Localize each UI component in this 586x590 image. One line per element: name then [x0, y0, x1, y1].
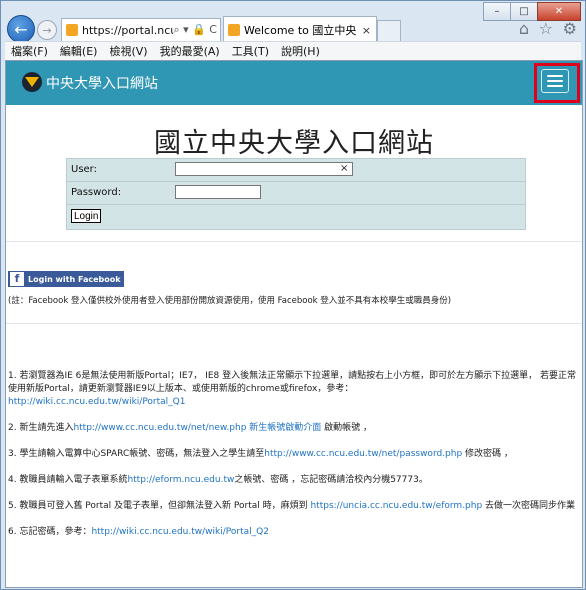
- user-label: User:: [71, 164, 97, 175]
- menu-help[interactable]: 說明(H): [275, 43, 326, 59]
- site-navbar: 中央大學入口網站: [6, 61, 582, 105]
- tab-welcome[interactable]: Welcome to 國立中央大學... ×: [223, 16, 377, 43]
- site-favicon-icon: [66, 24, 78, 36]
- hamburger-menu-button[interactable]: [541, 69, 569, 93]
- password-row: Password:: [67, 182, 525, 205]
- user-input[interactable]: [175, 162, 353, 176]
- notice-list: 1. 若瀏覽器為IE 6是無法使用新版Portal；IE7， IE8 登入後無法…: [8, 370, 578, 552]
- divider: [6, 323, 582, 324]
- login-form: User: × Password: Login: [66, 158, 526, 230]
- settings-gear-icon[interactable]: ⚙: [563, 19, 577, 38]
- facebook-login-label: Login with Facebook: [28, 274, 121, 284]
- notice-item-3: 3. 學生請輸入電算中心SPARC帳號、密碼，無法登入之學生請至http://w…: [8, 448, 578, 461]
- page-title: 國立中央大學入口網站: [154, 128, 434, 159]
- menu-tools[interactable]: 工具(T): [226, 43, 275, 59]
- page-viewport: 中央大學入口網站 國立中央大學入口網站 User: × Password: Lo…: [5, 60, 583, 588]
- notice-text: 1. 若瀏覽器為IE 6是無法使用新版Portal；IE7， IE8 登入後無法…: [8, 371, 576, 394]
- notice-text: 3. 學生請輸入電算中心SPARC帳號、密碼，無法登入之學生請至: [8, 449, 265, 459]
- menu-edit[interactable]: 編輯(E): [54, 43, 104, 59]
- facebook-icon: f: [10, 272, 24, 286]
- notice-item-4: 4. 教職員請輸入電子表單系統http://eform.ncu.edu.tw之帳…: [8, 474, 578, 487]
- facebook-login-button[interactable]: f Login with Facebook: [8, 271, 124, 287]
- address-tools-icon[interactable]: ⌕ ▾ 🔒 C: [173, 23, 220, 37]
- facebook-note: (註：Facebook 登入僅供校外使用者登入使用部份開放資源使用，使用 Fac…: [8, 296, 452, 306]
- address-text[interactable]: https://portal.ncu....: [82, 24, 173, 37]
- user-row: User: ×: [67, 159, 525, 182]
- tab-favicon-icon: [228, 24, 240, 36]
- browser-window: – □ ✕ ← → https://portal.ncu.... ⌕ ▾ 🔒 C…: [0, 0, 586, 590]
- login-button[interactable]: Login: [71, 209, 102, 223]
- notice-item-6: 6. 忘記密碼，參考：http://wiki.cc.ncu.edu.tw/wik…: [8, 526, 578, 539]
- forward-button[interactable]: →: [37, 20, 57, 40]
- notice-item-2: 2. 新生請先進入http://www.cc.ncu.edu.tw/net/ne…: [8, 422, 578, 435]
- tab-close-icon[interactable]: ×: [357, 24, 376, 37]
- eform-link[interactable]: http://eform.ncu.edu.tw: [127, 475, 234, 485]
- notice-text: 啟動帳號 ，: [321, 423, 373, 433]
- menu-toggle-highlight: [534, 63, 580, 103]
- menu-file[interactable]: 檔案(F): [5, 43, 54, 59]
- login-button-row: Login: [67, 205, 525, 227]
- ncu-logo-icon[interactable]: [22, 72, 42, 92]
- tab-title: Welcome to 國立中央大學...: [244, 24, 357, 37]
- password-label: Password:: [71, 187, 122, 198]
- divider: [6, 241, 582, 242]
- hamburger-icon: [547, 75, 563, 77]
- menu-favorites[interactable]: 我的最愛(A): [154, 43, 226, 59]
- portal-q1-link[interactable]: http://wiki.cc.ncu.edu.tw/wiki/Portal_Q1: [8, 397, 186, 407]
- clear-input-icon[interactable]: ×: [340, 163, 348, 174]
- favorites-star-icon[interactable]: ☆: [539, 19, 553, 38]
- new-student-link[interactable]: http://www.cc.ncu.edu.tw/net/new.php 新生帳…: [73, 423, 321, 433]
- menu-bar: 檔案(F) 編輯(E) 檢視(V) 我的最愛(A) 工具(T) 說明(H): [5, 41, 581, 60]
- site-brand[interactable]: 中央大學入口網站: [46, 73, 158, 93]
- back-button[interactable]: ←: [7, 15, 35, 43]
- notice-text: 2. 新生請先進入: [8, 423, 74, 433]
- password-input[interactable]: [175, 185, 261, 199]
- notice-text: 5. 教職員可登入舊 Portal 及電子表單，但卻無法登入新 Portal 時…: [8, 501, 311, 511]
- home-icon[interactable]: ⌂: [519, 19, 529, 38]
- menu-view[interactable]: 檢視(V): [103, 43, 153, 59]
- address-bar[interactable]: https://portal.ncu.... ⌕ ▾ 🔒 C: [61, 18, 221, 42]
- notice-text: 修改密碼 ，: [462, 449, 513, 459]
- password-page-link[interactable]: http://www.cc.ncu.edu.tw/net/password.ph…: [264, 449, 462, 459]
- notice-text: 之帳號、密碼 ，忘記密碼請洽校內分機57773。: [234, 475, 428, 485]
- notice-item-5: 5. 教職員可登入舊 Portal 及電子表單，但卻無法登入新 Portal 時…: [8, 500, 578, 513]
- notice-text: 去做一次密碼同步作業: [482, 501, 576, 511]
- notice-item-1: 1. 若瀏覽器為IE 6是無法使用新版Portal；IE7， IE8 登入後無法…: [8, 370, 578, 409]
- notice-text: 4. 教職員請輸入電子表單系統: [8, 475, 128, 485]
- notice-text: 6. 忘記密碼，參考：: [8, 527, 92, 537]
- uncia-eform-link[interactable]: https://uncia.cc.ncu.edu.tw/eform.php: [310, 501, 482, 511]
- new-tab-button[interactable]: [377, 20, 401, 42]
- portal-q2-link[interactable]: http://wiki.cc.ncu.edu.tw/wiki/Portal_Q2: [91, 527, 269, 537]
